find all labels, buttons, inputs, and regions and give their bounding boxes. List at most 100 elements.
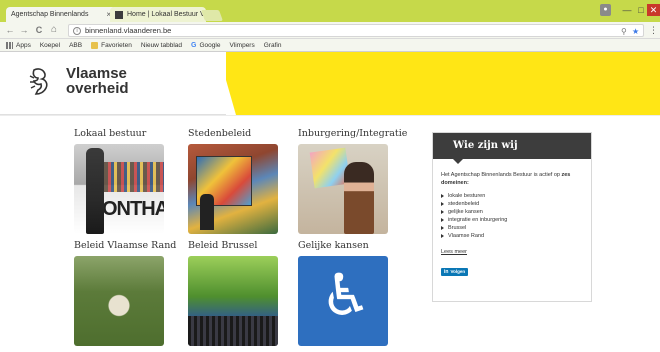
minimize-icon[interactable]: —	[620, 4, 634, 16]
tile-title[interactable]: Gelijke kansen	[298, 240, 390, 251]
image-detail	[104, 162, 164, 192]
image-detail	[86, 148, 104, 234]
bookmark-label: Vlimpers	[229, 41, 255, 49]
bookmark-label: ABB	[69, 41, 83, 49]
flemish-lion-icon	[29, 68, 48, 95]
maximize-icon[interactable]: □	[634, 4, 648, 16]
browser-window: Agentschap Binnenlands × Home | Lokaal B…	[0, 0, 660, 352]
tile-title[interactable]: Lokaal bestuur	[74, 128, 166, 139]
tile-title[interactable]: Stedenbeleid	[188, 128, 280, 139]
bookmark-google[interactable]: G Google	[191, 42, 220, 49]
domain-list: lokale besturen stedenbeleid gelijke kan…	[441, 192, 583, 240]
address-text: binnenland.vlaanderen.be	[85, 26, 172, 35]
browser-menu-icon[interactable]: ⋮	[649, 24, 658, 36]
tile-gelijke-kansen[interactable]: Gelijke kansen ♿	[298, 240, 390, 346]
domain-item: stedenbeleid	[441, 200, 583, 208]
back-icon[interactable]: ←	[4, 24, 16, 36]
tile-image[interactable]: ONTHAA	[74, 144, 164, 234]
tile-title[interactable]: Beleid Vlaamse Rand	[74, 240, 178, 251]
bookmark-label: Koepel	[39, 41, 61, 49]
site-logo[interactable]: Vlaamse overheid	[0, 52, 226, 115]
bookmark-label: Google	[199, 41, 221, 49]
bookmark-abb[interactable]: ABB	[0, 41, 83, 98]
bookmark-label: Favorieten	[101, 41, 132, 49]
domain-item: gelijke kansen	[441, 208, 583, 216]
bookmark-label: Nieuw tabblad	[140, 41, 183, 49]
tab-agentschap[interactable]: Agentschap Binnenlands ×	[6, 7, 116, 22]
tile-beleid-brussel[interactable]: Beleid Brussel	[188, 240, 280, 346]
site-favicon-icon	[115, 10, 123, 19]
reload-icon[interactable]: C	[33, 24, 45, 36]
tile-image[interactable]	[74, 256, 164, 346]
tile-image[interactable]: ♿	[298, 256, 388, 346]
bookmark-koepel[interactable]: Koepel	[0, 41, 61, 98]
image-detail	[200, 194, 214, 230]
close-window-icon[interactable]: ✕	[647, 4, 660, 16]
home-icon[interactable]: ⌂	[48, 24, 60, 36]
tile-lokaal-bestuur[interactable]: Lokaal bestuur ONTHAA	[74, 128, 166, 234]
bookmark-nieuw-tabblad[interactable]: Nieuw tabblad	[0, 41, 183, 98]
tab-title: Home | Lokaal Bestuur V	[127, 11, 205, 18]
web-page: Vlaamse overheid Lokaal bestuur ONTHAA S…	[0, 52, 660, 352]
tile-image[interactable]	[188, 256, 278, 346]
bullet-icon	[441, 226, 444, 230]
bookmark-star-icon[interactable]: ★	[632, 25, 639, 38]
tile-image[interactable]	[188, 144, 278, 234]
domain-label: lokale besturen	[448, 193, 486, 199]
tile-beleid-vlaamse-rand[interactable]: Beleid Vlaamse Rand	[74, 240, 178, 346]
linkedin-follow-button[interactable]: in Volgen	[441, 268, 469, 276]
linkedin-label: Volgen	[450, 269, 466, 274]
panel-body: Het Agentschap Binnenlands Bestuur is ac…	[433, 159, 591, 276]
user-profile-icon[interactable]: ●	[600, 4, 611, 16]
bookmark-vlimpers[interactable]: Vlimpers	[0, 41, 255, 98]
logo-text: Vlaamse overheid	[66, 66, 129, 96]
bullet-icon	[441, 202, 444, 206]
bookmark-grafin[interactable]: Grafin	[0, 42, 281, 98]
tile-title[interactable]: Beleid Brussel	[188, 240, 280, 251]
address-bar[interactable]: i binnenland.vlaanderen.be ⚲ ★	[68, 24, 644, 37]
bullet-icon	[441, 234, 444, 238]
bookmarks-bar: Apps Koepel ABB Favorieten Nieuw tabblad…	[0, 39, 660, 98]
read-more-link[interactable]: Lees meer	[441, 248, 467, 256]
site-info-icon[interactable]: i	[73, 26, 81, 35]
image-text: ONTHAA	[102, 198, 164, 220]
domain-item: integratie en inburgering	[441, 216, 583, 224]
zoom-icon[interactable]: ⚲	[621, 25, 627, 38]
bookmark-apps[interactable]: Apps	[6, 41, 31, 49]
domain-label: stedenbeleid	[448, 201, 480, 207]
bullet-icon	[441, 218, 444, 222]
bookmark-label: Apps	[16, 41, 31, 49]
tab-strip: Agentschap Binnenlands × Home | Lokaal B…	[0, 0, 660, 22]
tile-image[interactable]	[298, 144, 388, 234]
tile-stedenbeleid[interactable]: Stedenbeleid	[188, 128, 280, 234]
tile-inburgering-integratie[interactable]: Inburgering/Integratie	[298, 128, 408, 234]
browser-toolbar: ← → C ⌂ i binnenland.vlaanderen.be ⚲ ★ ⋮	[0, 22, 660, 39]
domain-label: Vlaamse Rand	[448, 233, 485, 239]
intro-text: Het Agentschap Binnenlands Bestuur is ac…	[441, 172, 560, 178]
domain-label: integratie en inburgering	[448, 217, 508, 223]
domain-label: Brussel	[448, 225, 467, 231]
bookmark-favorieten[interactable]: Favorieten	[91, 41, 132, 49]
logo-line-2: overheid	[66, 80, 129, 97]
apps-grid-icon	[6, 41, 13, 49]
wheelchair-icon: ♿	[320, 263, 372, 328]
image-detail	[344, 162, 374, 234]
tab-lokaal-bestuur[interactable]: Home | Lokaal Bestuur V ×	[110, 7, 206, 22]
panel-intro: Het Agentschap Binnenlands Bestuur is ac…	[441, 171, 583, 187]
tab-title: Agentschap Binnenlands	[11, 11, 89, 18]
domain-item: Vlaamse Rand	[441, 232, 583, 240]
new-tab-button[interactable]	[200, 10, 224, 21]
image-detail	[188, 316, 278, 346]
bullet-icon	[441, 194, 444, 198]
panel-title: Wie zijn wij	[433, 133, 591, 164]
linkedin-icon: in	[444, 269, 449, 275]
site-header: Vlaamse overheid	[0, 52, 660, 115]
wie-zijn-wij-panel: Wie zijn wij Het Agentschap Binnenlands …	[432, 132, 592, 302]
domain-item: lokale besturen	[441, 192, 583, 200]
forward-icon[interactable]: →	[18, 24, 30, 36]
domain-item: Brussel	[441, 224, 583, 232]
bullet-icon	[441, 210, 444, 214]
folder-icon	[91, 41, 99, 49]
tile-title[interactable]: Inburgering/Integratie	[298, 128, 408, 139]
google-icon: G	[191, 41, 197, 49]
